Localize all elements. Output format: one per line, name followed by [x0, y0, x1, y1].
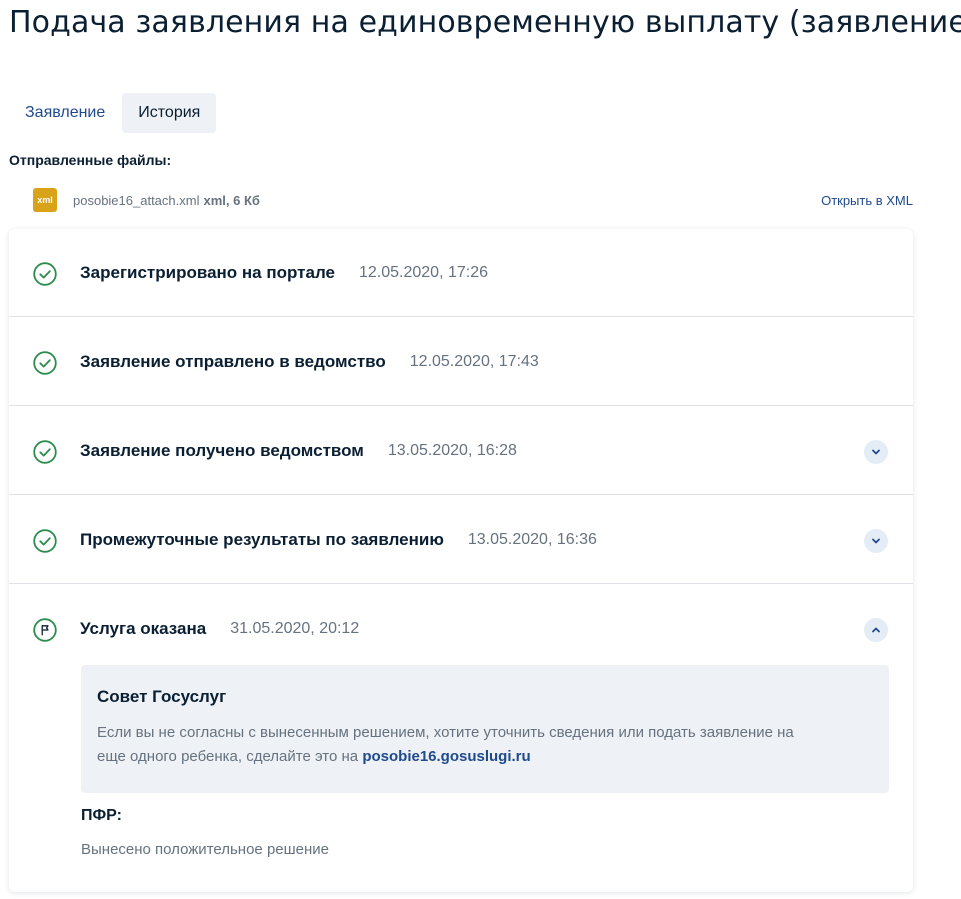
- pfr-decision-text: Вынесено положительное решение: [81, 841, 330, 858]
- page-title: Подача заявления на единовременную выпла…: [9, 5, 961, 40]
- history-row-title: Заявление отправлено в ведомство: [80, 352, 386, 371]
- history-row-date: 31.05.2020, 20:12: [230, 620, 360, 637]
- file-row: xml posobie16_attach.xml xml, 6 Кб Откры…: [33, 188, 913, 212]
- history-row-title: Зарегистрировано на портале: [80, 263, 335, 282]
- history-row: Зарегистрировано на портале 12.05.2020, …: [9, 229, 913, 317]
- advice-text-line: еще одного ребенка, сделайте это на poso…: [97, 745, 873, 769]
- tab-history[interactable]: История: [122, 93, 217, 133]
- check-circle-icon: [33, 262, 57, 286]
- advice-text-line: Если вы не согласны с вынесенным решение…: [97, 724, 794, 741]
- pfr-label: ПФР:: [81, 807, 122, 824]
- chevron-down-icon: [872, 449, 880, 455]
- advice-title: Совет Госуслуг: [97, 687, 227, 706]
- history-card: Зарегистрировано на портале 12.05.2020, …: [9, 229, 913, 892]
- check-circle-icon: [33, 440, 57, 464]
- history-row[interactable]: Заявление получено ведомством 13.05.2020…: [9, 407, 913, 495]
- sent-files-label: Отправленные файлы:: [9, 152, 172, 168]
- chevron-up-icon: [872, 627, 880, 633]
- file-name: posobie16_attach.xml: [73, 192, 200, 208]
- xml-file-icon: xml: [33, 188, 57, 212]
- history-row-date: 13.05.2020, 16:28: [387, 442, 517, 459]
- advice-text-prefix: еще одного ребенка, сделайте это на: [97, 748, 359, 765]
- history-row-date: 13.05.2020, 16:36: [467, 531, 597, 548]
- tab-application[interactable]: Заявление: [9, 93, 121, 133]
- history-row-date: 12.05.2020, 17:26: [358, 264, 488, 281]
- tabs: Заявление История: [9, 93, 217, 133]
- expand-button[interactable]: [864, 440, 888, 464]
- history-row-title: Промежуточные результаты по заявлению: [80, 530, 444, 549]
- history-row: Заявление отправлено в ведомство 12.05.2…: [9, 318, 913, 406]
- history-row-title: Услуга оказана: [80, 619, 207, 638]
- open-xml-link[interactable]: Открыть в XML: [821, 193, 913, 208]
- advice-text: Если вы не согласны с вынесенным решение…: [97, 721, 873, 769]
- check-circle-icon: [33, 351, 57, 375]
- history-row[interactable]: Услуга оказана 31.05.2020, 20:12: [9, 585, 913, 673]
- posobie-link[interactable]: posobie16.gosuslugi.ru: [362, 748, 530, 765]
- chevron-down-icon: [872, 538, 880, 544]
- history-row-title: Заявление получено ведомством: [80, 441, 364, 460]
- flag-circle-icon: [33, 618, 57, 642]
- history-row[interactable]: Промежуточные результаты по заявлению 13…: [9, 496, 913, 584]
- history-row-date: 12.05.2020, 17:43: [409, 353, 539, 370]
- expand-button[interactable]: [864, 529, 888, 553]
- collapse-button[interactable]: [864, 618, 888, 642]
- check-circle-icon: [33, 529, 57, 553]
- advice-box: Совет Госуслуг Если вы не согласны с вын…: [81, 665, 889, 793]
- file-meta: xml, 6 Кб: [203, 192, 260, 208]
